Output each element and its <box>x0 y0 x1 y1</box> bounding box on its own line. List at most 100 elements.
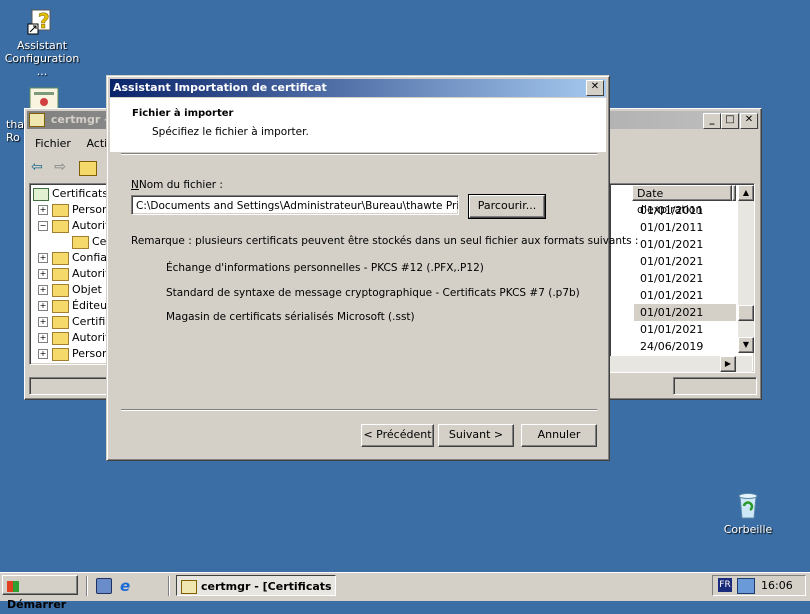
footer-separator <box>121 409 597 411</box>
tree-item[interactable]: −Autorité <box>38 218 110 234</box>
folder-icon <box>52 283 69 297</box>
certmgr-app-icon <box>29 113 45 127</box>
system-tray: FR 16:06 <box>712 575 806 596</box>
close-button[interactable]: ✕ <box>740 113 758 129</box>
list-pane: Date d'expiration 01/01/2011 01/01/2011 01… <box>609 183 755 373</box>
certmgr-toolbar: ⇦ ⇨ <box>31 159 98 176</box>
header-separator <box>121 153 597 155</box>
collapse-icon[interactable]: − <box>38 221 48 231</box>
up-folder-icon[interactable] <box>79 160 98 176</box>
expand-icon[interactable]: + <box>38 301 48 311</box>
desktop-icon-label: Corbeille <box>723 523 773 536</box>
task-separator <box>168 576 170 596</box>
column-header-next[interactable] <box>732 185 736 201</box>
step-heading: Fichier à importer <box>132 108 234 119</box>
tree-item[interactable]: Certificats <box>33 186 108 202</box>
minimize-button[interactable]: _ <box>703 113 721 129</box>
tree-item[interactable]: +Personn <box>38 346 110 362</box>
taskbar: Démarrer e certmgr - [Certificats ... FR… <box>0 572 810 611</box>
certmgr-menubar: Fichier Actio <box>35 137 114 150</box>
folder-icon <box>52 299 69 313</box>
certmgr-task-icon <box>181 580 197 594</box>
list-item[interactable]: 01/01/2011 <box>634 219 736 236</box>
forward-arrow-icon[interactable]: ⇨ <box>54 159 66 175</box>
expand-icon[interactable]: + <box>38 349 48 359</box>
list-item[interactable]: 01/01/2021 <box>634 304 736 321</box>
desktop-icon-label: tha Ro <box>6 118 25 144</box>
list-item[interactable]: 24/06/2019 <box>634 338 736 355</box>
tree-item[interactable]: +Autorité <box>38 266 110 282</box>
cancel-button[interactable]: Annuler <box>521 424 597 447</box>
tree-item[interactable]: + Confian <box>38 250 110 266</box>
wizard-header-panel: Fichier à importer Spécifiez le fichier … <box>110 98 606 152</box>
svg-text:?: ? <box>38 9 50 33</box>
tree-item[interactable]: + Certific <box>38 314 110 330</box>
list-item[interactable]: 01/01/2021 <box>634 253 736 270</box>
back-button[interactable]: < Précédent <box>361 424 434 447</box>
column-header-expiration[interactable]: Date d'expiration <box>632 185 732 216</box>
expand-icon[interactable]: + <box>38 285 48 295</box>
tree-item[interactable]: + Objet u <box>38 282 110 298</box>
tree-item[interactable]: +Personn <box>38 202 110 218</box>
clock[interactable]: 16:06 <box>761 576 793 595</box>
tree-pane: Certificats +Personn −Autorité Cer +Conf… <box>29 183 111 365</box>
list-item[interactable]: 01/01/2021 <box>634 236 736 253</box>
recycle-bin-icon <box>738 493 758 519</box>
quicklaunch-separator <box>86 576 88 596</box>
folder-icon <box>52 267 69 281</box>
expand-icon[interactable]: + <box>38 269 48 279</box>
expand-icon[interactable]: + <box>38 317 48 327</box>
scroll-down-button[interactable]: ▼ <box>738 337 754 353</box>
folder-icon <box>52 251 69 265</box>
scroll-thumb[interactable] <box>738 305 754 321</box>
wizard-help-icon: ? <box>27 9 51 35</box>
back-arrow-icon[interactable]: ⇦ <box>31 159 43 175</box>
folder-icon <box>72 235 89 249</box>
browse-button[interactable]: Parcourir... <box>468 194 546 219</box>
tree-item[interactable]: + Éditeur <box>38 298 110 314</box>
desktop-icon-recycle-bin[interactable]: Corbeille <box>722 488 774 536</box>
scroll-right-button[interactable]: ▶ <box>720 356 736 372</box>
import-wizard-dialog: Assistant Importation de certificat ✕ Fi… <box>106 75 638 461</box>
folder-icon <box>52 347 69 361</box>
status-bar-right <box>673 377 757 395</box>
dialog-title: Assistant Importation de certificat <box>113 81 327 94</box>
windows-logo-icon <box>7 580 19 592</box>
folder-icon <box>52 315 69 329</box>
list-item[interactable]: 01/01/2011 <box>634 202 736 219</box>
tree-item[interactable]: +Autorité <box>38 330 110 346</box>
folder-open-icon <box>52 219 69 233</box>
start-button[interactable]: Démarrer <box>2 575 78 611</box>
format-sst: Magasin de certificats sérialisés Micros… <box>166 311 415 323</box>
dialog-close-button[interactable]: ✕ <box>586 80 604 96</box>
show-desktop-icon[interactable] <box>96 578 112 594</box>
list-item[interactable]: 01/01/2021 <box>634 270 736 287</box>
status-bar-left <box>29 377 111 395</box>
folder-icon <box>52 331 69 345</box>
internet-explorer-icon[interactable]: e <box>120 578 136 594</box>
scroll-up-button[interactable]: ▲ <box>738 185 754 201</box>
expand-icon[interactable]: + <box>38 205 48 215</box>
format-pkcs12: Échange d'informations personnelles - PK… <box>166 262 484 274</box>
step-subheading: Spécifiez le fichier à importer. <box>152 126 309 138</box>
desktop-icon-label: Assistant Configuration ... <box>4 39 80 78</box>
format-pkcs7: Standard de syntaxe de message cryptogra… <box>166 287 580 299</box>
maximize-button[interactable]: □ <box>721 113 739 129</box>
certificates-icon <box>33 187 49 201</box>
list-item[interactable]: 01/01/2021 <box>634 321 736 338</box>
formats-note: Remarque : plusieurs certificats peuvent… <box>131 235 639 247</box>
list-item[interactable]: 01/01/2021 <box>634 287 736 304</box>
dialog-titlebar: Assistant Importation de certificat ✕ <box>110 79 606 97</box>
vertical-scrollbar[interactable]: ▲ ▼ <box>738 185 754 353</box>
expand-icon[interactable]: + <box>38 253 48 263</box>
task-button-certmgr[interactable]: certmgr - [Certificats ... <box>176 575 336 596</box>
language-indicator[interactable]: FR <box>718 578 732 592</box>
next-button[interactable]: Suivant > <box>438 424 514 447</box>
horizontal-scrollbar[interactable]: ▶ <box>610 356 752 372</box>
expand-icon[interactable]: + <box>38 333 48 343</box>
network-icon[interactable] <box>737 578 755 594</box>
desktop-icon-assistant[interactable]: ? Assistant Configuration ... <box>0 4 84 78</box>
filename-label: NNom du fichier : <box>131 179 223 191</box>
menu-fichier[interactable]: Fichier <box>35 137 71 150</box>
filename-input[interactable]: C:\Documents and Settings\Administrateur… <box>131 195 459 215</box>
